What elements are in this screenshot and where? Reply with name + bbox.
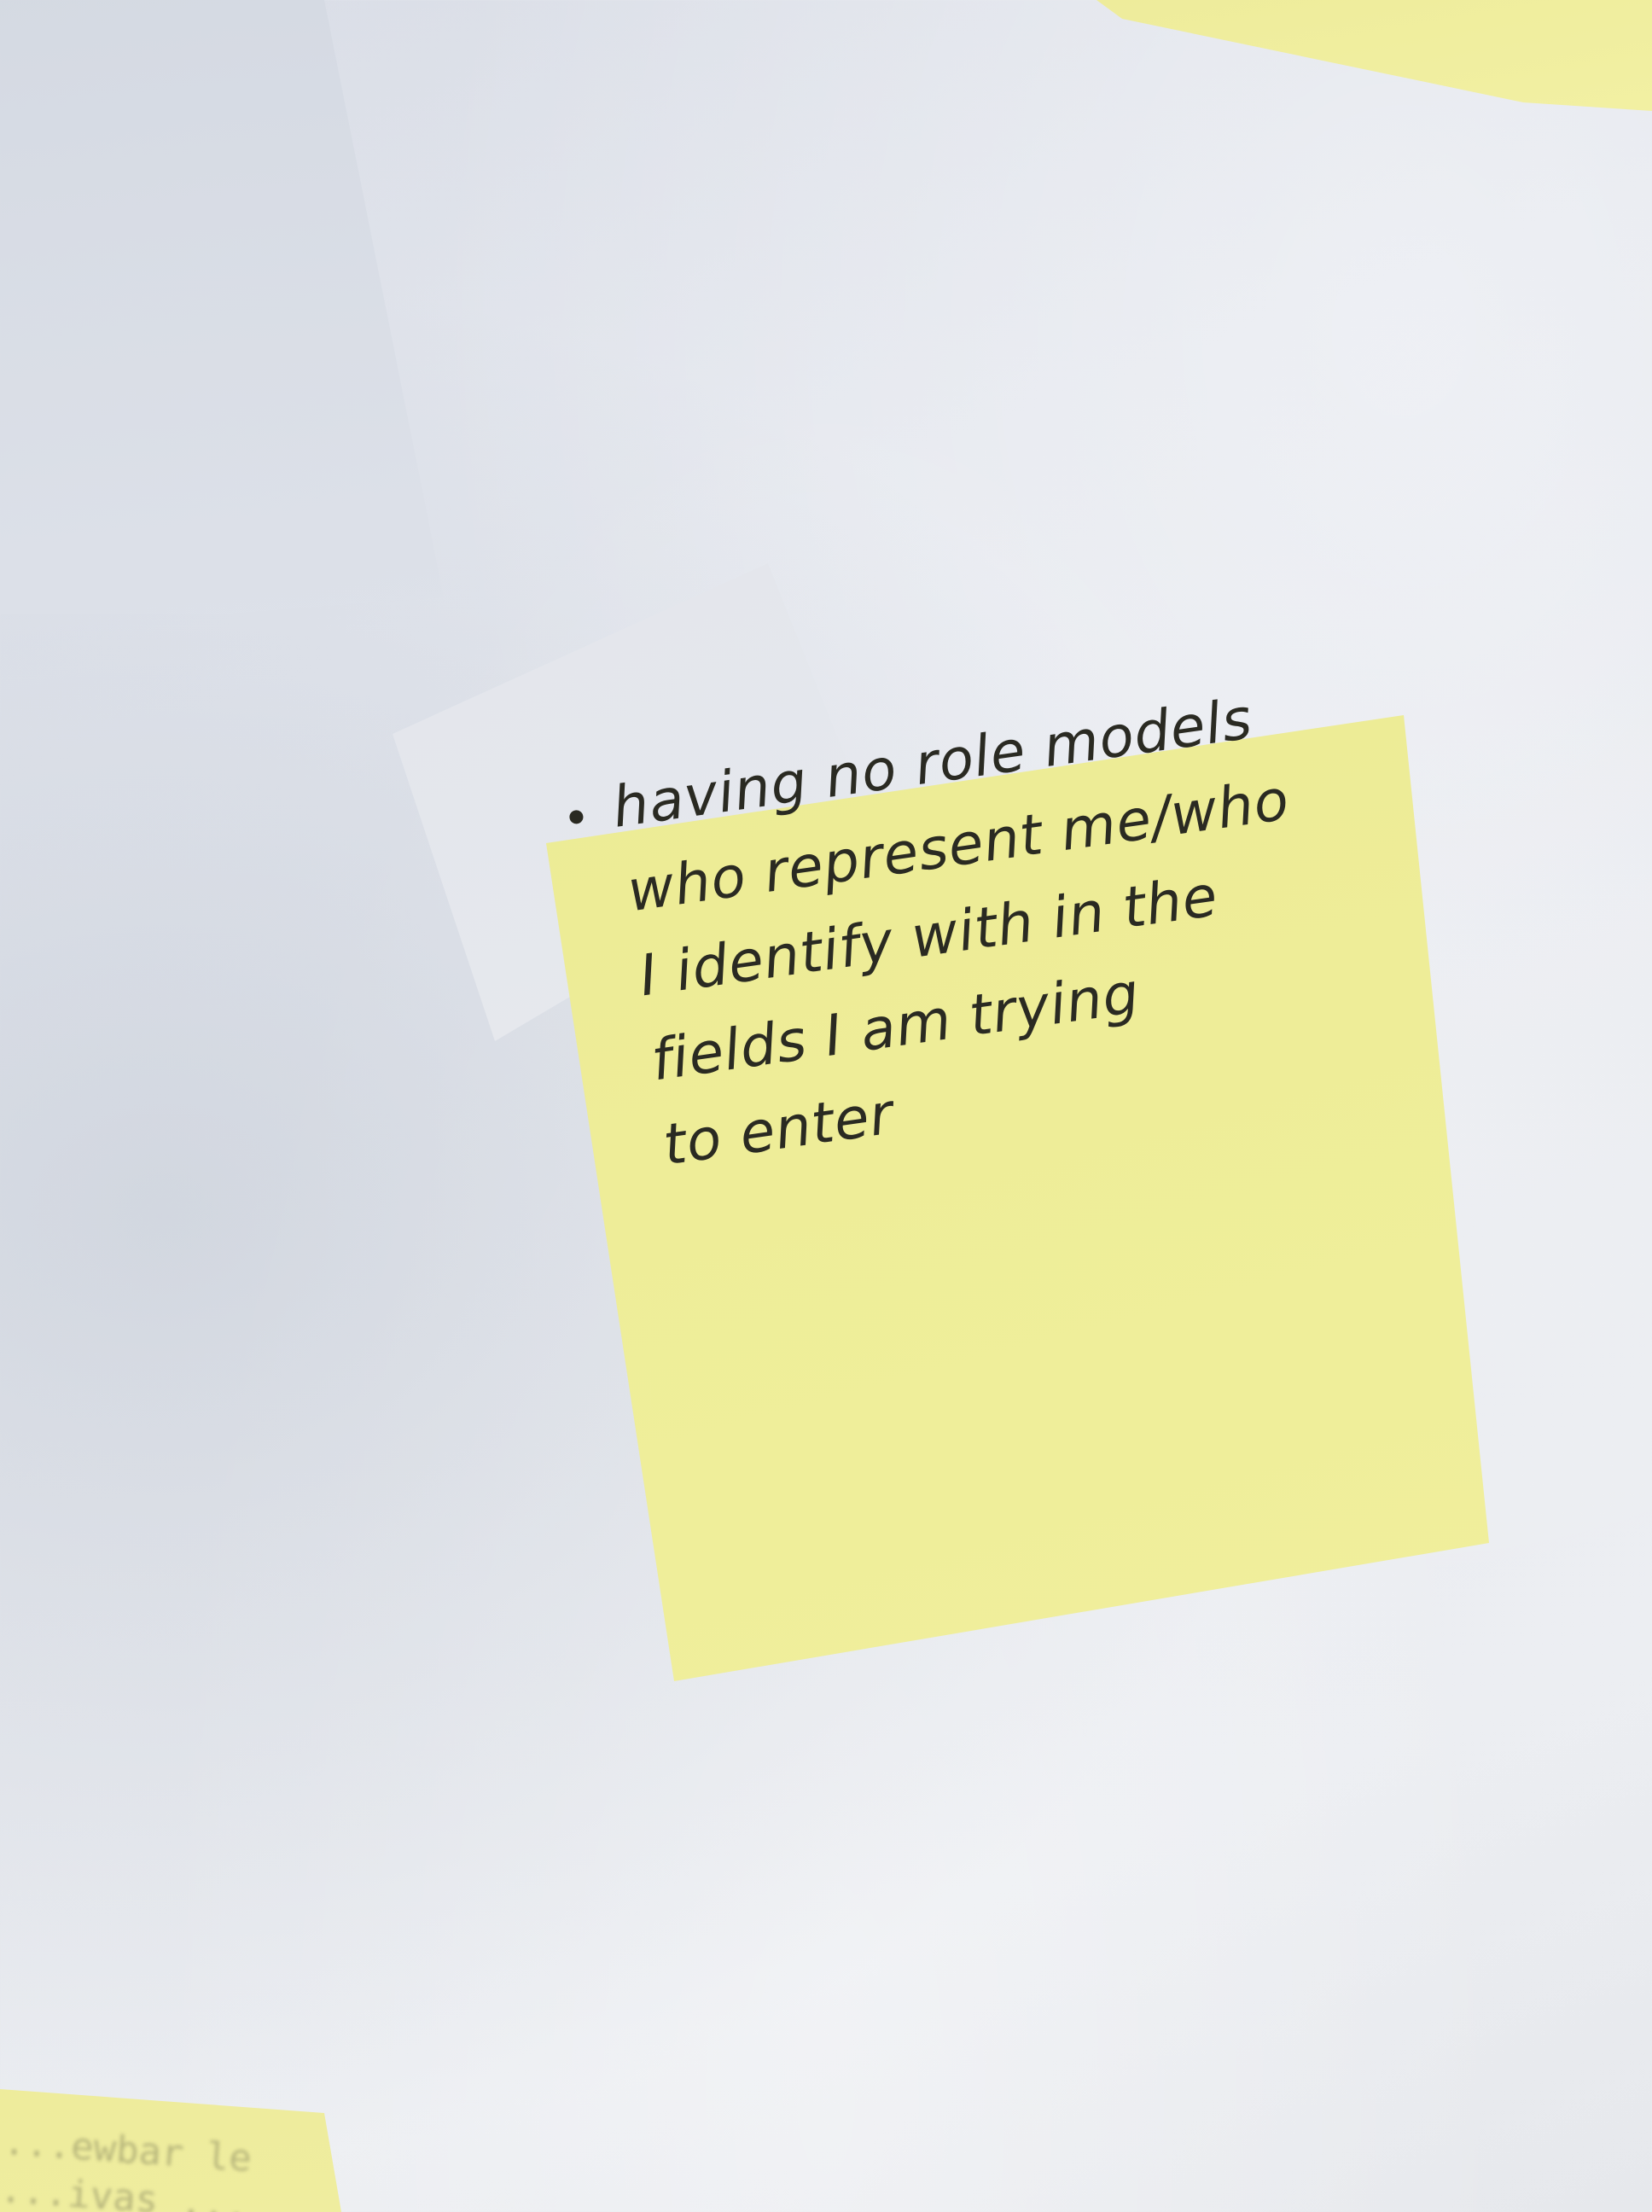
- bullet-dot: [568, 809, 585, 825]
